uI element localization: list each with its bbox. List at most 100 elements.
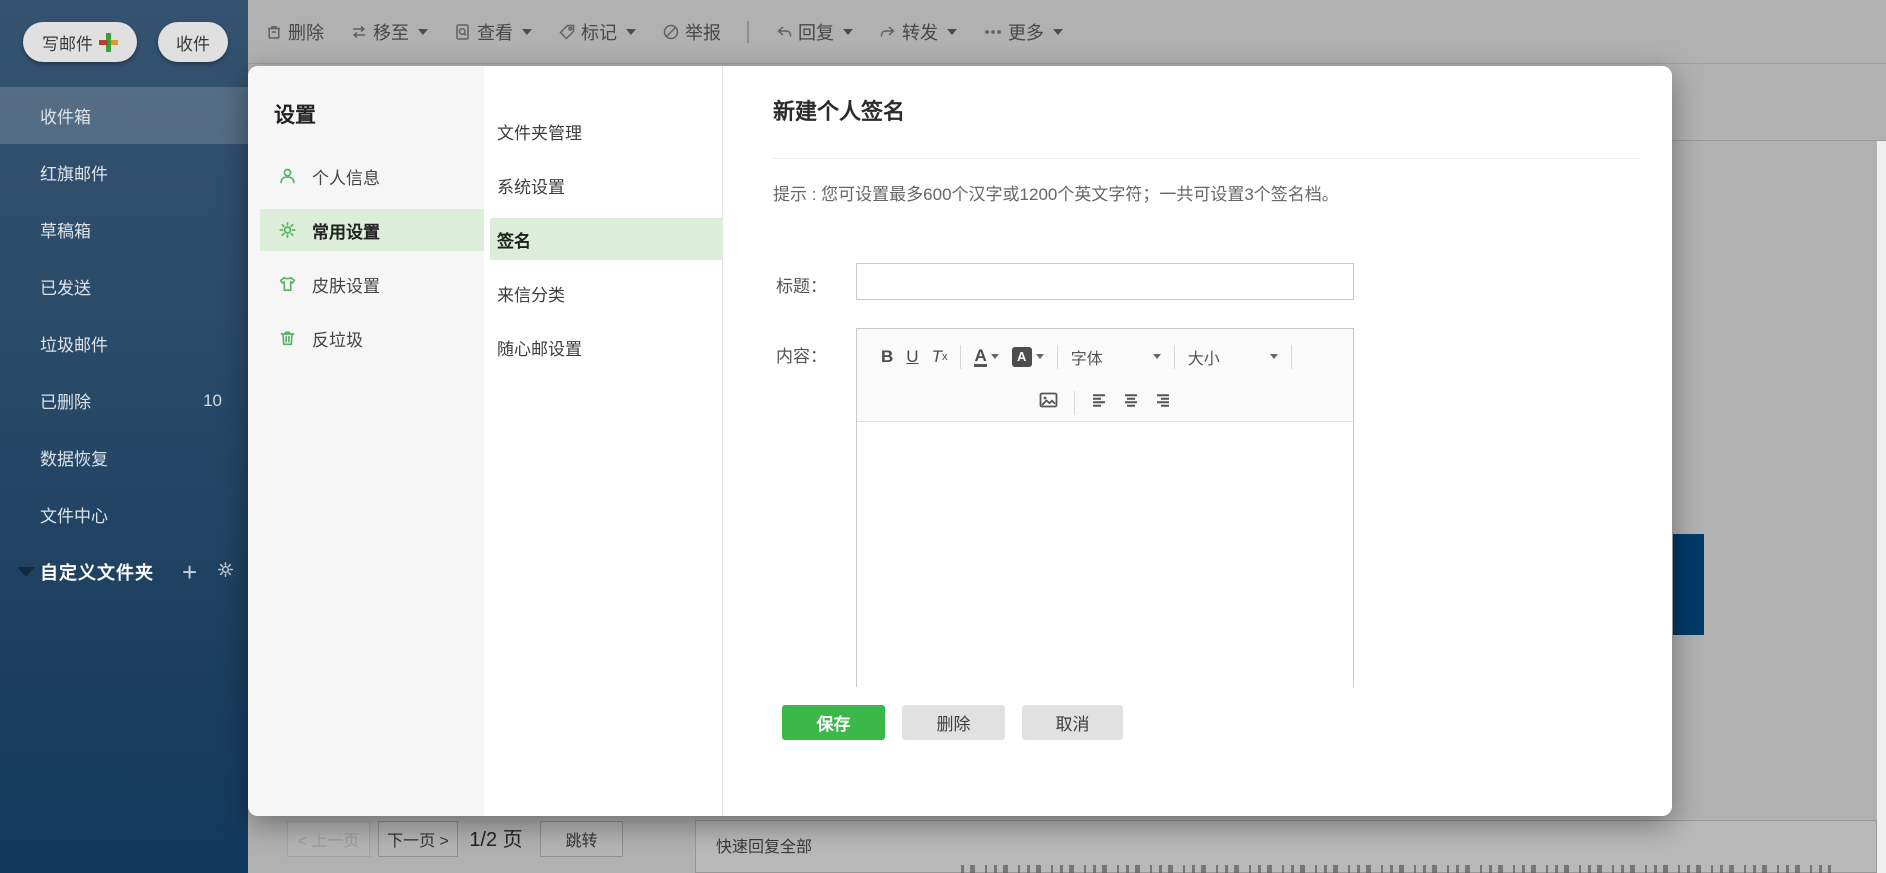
menu-item-label: 反垃圾 <box>312 330 363 350</box>
image-icon <box>1039 392 1058 408</box>
rich-text-editor: B U Tx A A 字体 大小 <box>856 328 1354 687</box>
align-left-button[interactable] <box>1091 393 1107 413</box>
settings-title: 设置 <box>274 104 316 127</box>
editor-separator <box>1173 344 1175 369</box>
settings-nav: 设置 个人信息 常用设置 皮肤设置 反垃圾 <box>248 66 484 816</box>
submenu-item-signature[interactable]: 签名 <box>490 218 723 260</box>
submenu-item-system-settings[interactable]: 系统设置 <box>484 164 723 206</box>
reply-button[interactable]: 回复 <box>775 19 853 45</box>
mail-sidebar: 写邮件 收件 收件箱 红旗邮件 草稿箱 已发送 垃圾邮件 已删除 10 数据恢复… <box>0 0 248 873</box>
compose-button[interactable]: 写邮件 <box>23 22 137 62</box>
submenu-item-suixin-mail[interactable]: 随心邮设置 <box>484 326 723 368</box>
clear-format-t: T <box>931 346 942 366</box>
forward-arrow-icon <box>880 25 895 36</box>
delete-button[interactable]: 删除 <box>265 19 324 45</box>
settings-dialog: 设置 个人信息 常用设置 皮肤设置 反垃圾 文件夹管理 系统设置 签名 来信分类… <box>248 66 1672 816</box>
sidebar-item-flagged[interactable]: 红旗邮件 <box>0 144 248 201</box>
underline-button[interactable]: U <box>906 347 918 367</box>
menu-item-label: 常用设置 <box>312 222 380 242</box>
chevron-down-icon <box>1053 28 1063 35</box>
app-window: 删除 移至 查看 标记 举报 回复 转发 更多 < 上一页 下一页 > 1/2 … <box>0 0 1886 873</box>
content-field-label: 内容： <box>776 347 827 366</box>
sidebar-actions: 写邮件 收件 <box>0 22 248 62</box>
insert-image-button[interactable] <box>1039 392 1058 413</box>
submenu-list: 文件夹管理 系统设置 签名 来信分类 随心邮设置 <box>484 110 723 380</box>
editor-toolbar: B U Tx A A 字体 大小 <box>857 329 1353 422</box>
forward-button[interactable]: 转发 <box>879 19 957 45</box>
block-icon <box>663 24 679 39</box>
receive-label: 收件 <box>176 34 210 54</box>
signature-content-area[interactable] <box>857 422 1353 687</box>
font-family-select[interactable]: 字体 <box>1071 345 1161 369</box>
menu-item-skin-settings[interactable]: 皮肤设置 <box>248 263 484 305</box>
submenu-item-folder-management[interactable]: 文件夹管理 <box>484 110 723 152</box>
delete-signature-button[interactable]: 删除 <box>902 705 1005 740</box>
clear-format-button[interactable]: Tx <box>932 347 948 367</box>
shirt-icon <box>279 276 296 292</box>
report-button[interactable]: 举报 <box>662 19 721 45</box>
bg-color-button[interactable]: A <box>1011 346 1044 367</box>
save-button[interactable]: 保存 <box>782 705 885 740</box>
next-page-button[interactable]: 下一页 > <box>378 821 458 857</box>
align-center-icon <box>1125 393 1137 407</box>
chevron-down-icon <box>843 28 853 35</box>
align-right-button[interactable] <box>1155 393 1171 413</box>
align-center-button[interactable] <box>1123 393 1139 413</box>
trash-icon <box>280 331 295 346</box>
cancel-button[interactable]: 取消 <box>1022 705 1123 740</box>
add-folder-button[interactable]: + <box>182 559 197 585</box>
sidebar-item-spam[interactable]: 垃圾邮件 <box>0 315 248 372</box>
sidebar-item-sent[interactable]: 已发送 <box>0 258 248 315</box>
sidebar-item-drafts[interactable]: 草稿箱 <box>0 201 248 258</box>
forward-label: 转发 <box>902 22 938 43</box>
more-button[interactable]: 更多 <box>983 19 1063 45</box>
font-color-button[interactable]: A <box>974 347 999 367</box>
signature-title-input[interactable] <box>856 263 1354 300</box>
panel-title: 新建个人签名 <box>773 99 906 124</box>
bg-color-a: A <box>1011 346 1032 367</box>
mail-toolbar: 删除 移至 查看 标记 举报 回复 转发 更多 <box>248 0 1886 64</box>
font-size-select[interactable]: 大小 <box>1188 345 1278 369</box>
chevron-down-icon <box>947 28 957 35</box>
menu-item-common-settings[interactable]: 常用设置 <box>260 209 484 251</box>
editor-toolbar-row1: B U Tx A A 字体 大小 <box>857 329 1353 384</box>
settings-submenu: 文件夹管理 系统设置 签名 来信分类 随心邮设置 <box>484 66 723 816</box>
jump-page-button[interactable]: 跳转 <box>540 821 623 857</box>
editor-separator <box>1074 390 1075 415</box>
view-button[interactable]: 查看 <box>454 19 532 45</box>
mark-button[interactable]: 标记 <box>558 19 636 45</box>
plus-icon <box>99 32 118 52</box>
gear-icon <box>218 561 234 578</box>
menu-item-label: 个人信息 <box>312 168 380 188</box>
move-to-button[interactable]: 移至 <box>350 19 428 45</box>
sidebar-item-file-center[interactable]: 文件中心 <box>0 486 248 543</box>
compose-label: 写邮件 <box>42 34 93 54</box>
sidebar-item-data-recovery[interactable]: 数据恢复 <box>0 429 248 486</box>
chevron-down-icon <box>990 354 999 359</box>
chevron-down-icon <box>626 28 636 35</box>
deleted-count-badge: 10 <box>203 390 222 410</box>
menu-item-anti-spam[interactable]: 反垃圾 <box>248 317 484 359</box>
submenu-item-incoming-classification[interactable]: 来信分类 <box>484 272 723 314</box>
font-family-value: 字体 <box>1070 350 1103 368</box>
menu-item-personal-info[interactable]: 个人信息 <box>248 155 484 197</box>
mark-label: 标记 <box>581 22 617 43</box>
align-right-icon <box>1157 393 1169 407</box>
chevron-down-icon <box>1035 354 1044 359</box>
title-divider <box>772 158 1640 159</box>
editor-separator <box>960 344 962 369</box>
collapse-triangle-icon[interactable] <box>17 567 35 577</box>
sidebar-item-inbox[interactable]: 收件箱 <box>0 87 248 144</box>
prev-page-button[interactable]: < 上一页 <box>287 821 370 857</box>
signature-hint: 提示 : 您可设置最多600个汉字或1200个英文字符；一共可设置3个签名档。 <box>773 185 1339 204</box>
sidebar-item-deleted[interactable]: 已删除 10 <box>0 372 248 429</box>
folder-settings-button[interactable] <box>197 561 234 583</box>
quick-reply-box[interactable]: 快速回复全部 <box>695 820 1877 873</box>
receive-mail-button[interactable]: 收件 <box>158 22 228 62</box>
scrollbar-track[interactable] <box>1877 141 1886 873</box>
tag-icon <box>559 24 575 40</box>
chevron-down-icon <box>522 28 532 35</box>
signature-panel: × 新建个人签名 提示 : 您可设置最多600个汉字或1200个英文字符；一共可… <box>724 66 1672 816</box>
bold-button[interactable]: B <box>881 347 893 367</box>
trash-icon <box>268 25 280 39</box>
